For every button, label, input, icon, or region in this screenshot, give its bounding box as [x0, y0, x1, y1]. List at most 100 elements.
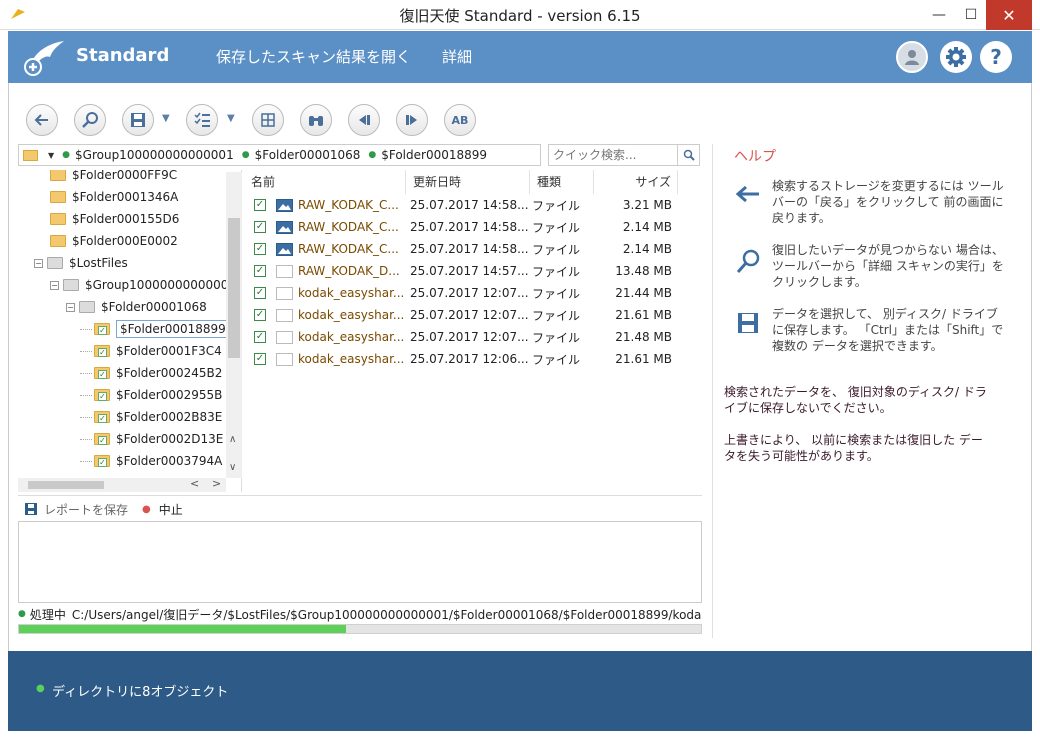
tree-node-label: $Folder0003794A: [116, 454, 223, 468]
column-header-size[interactable]: サイズ: [596, 170, 678, 194]
collapse-icon[interactable]: −: [66, 302, 75, 312]
minimize-button[interactable]: —: [922, 0, 956, 30]
tree-node[interactable]: ✓ $Folder0002955B: [80, 384, 222, 406]
document-file-icon: [276, 308, 293, 322]
breadcrumb[interactable]: ▼ ● $Group100000000000001 ● $Folder0000106…: [18, 144, 541, 166]
log-toolbar: レポートを保存 ● 中止: [18, 500, 708, 518]
tree-node-label: $Folder000155D6: [72, 212, 180, 226]
scroll-left-icon[interactable]: <: [190, 477, 199, 490]
tree-node[interactable]: $Folder0000FF9C: [50, 170, 177, 186]
row-checkbox[interactable]: ✓: [254, 265, 266, 277]
tree-node[interactable]: $Folder000155D6: [50, 208, 179, 230]
image-file-icon: [276, 242, 293, 256]
breadcrumb-item[interactable]: $Group100000000000001: [75, 148, 234, 162]
collapse-icon[interactable]: −: [50, 280, 59, 290]
collapse-icon[interactable]: −: [34, 258, 43, 268]
previous-button[interactable]: [348, 104, 380, 136]
row-checkbox[interactable]: ✓: [254, 353, 266, 365]
breadcrumb-item[interactable]: $Folder00001068: [255, 148, 361, 162]
tree-node[interactable]: ✓ $Folder000245B2: [80, 362, 222, 384]
save-report-button[interactable]: レポートを保存: [44, 501, 128, 518]
row-checkbox[interactable]: ✓: [254, 221, 266, 233]
breadcrumb-item[interactable]: $Folder00018899: [381, 148, 487, 162]
select-dropdown-arrow-icon[interactable]: ▼: [227, 113, 235, 124]
tree-node[interactable]: ✓ $Folder0002D13E: [80, 428, 223, 450]
file-name: kodak_easyshar...: [298, 330, 405, 344]
scroll-down-icon[interactable]: ∨: [229, 462, 236, 473]
details-link[interactable]: 詳細: [442, 46, 472, 67]
maximize-button[interactable]: ☐: [954, 0, 988, 30]
help-item: 検索するストレージを変更するには ツールバーの「戻る」をクリックして 前の画面に…: [724, 178, 1014, 226]
file-row[interactable]: ✓ kodak_easyshar... 25.07.2017 12:07... ファイ…: [246, 282, 686, 304]
search-icon[interactable]: [677, 145, 699, 165]
tree-node[interactable]: − $Group100000000000001: [50, 274, 242, 296]
column-header-date[interactable]: 更新日時: [408, 170, 530, 194]
file-row[interactable]: ✓ RAW_KODAK_C... 25.07.2017 14:58... ファイル 2.…: [246, 238, 686, 260]
next-button[interactable]: [396, 104, 428, 136]
processing-label: 処理中: [29, 607, 66, 622]
save-button[interactable]: [122, 104, 154, 136]
breadcrumb-dropdown-icon[interactable]: ▼: [48, 151, 54, 160]
scroll-up-icon[interactable]: ∧: [229, 434, 236, 445]
file-type: ファイル: [532, 242, 581, 257]
deep-scan-button[interactable]: [74, 104, 106, 136]
quick-search-input[interactable]: [549, 145, 677, 165]
user-icon[interactable]: [896, 41, 928, 73]
settings-gear-icon[interactable]: [940, 41, 972, 73]
column-header-type[interactable]: 種類: [532, 170, 594, 194]
scroll-thumb[interactable]: [228, 218, 240, 358]
open-saved-scan-link[interactable]: 保存したスキャン結果を開く: [216, 46, 411, 67]
file-row[interactable]: ✓ RAW_KODAK_D... 25.07.2017 14:57... ファイル 13…: [246, 260, 686, 282]
tree-node[interactable]: $Folder000E0002: [50, 230, 178, 252]
checklist-icon: [194, 112, 210, 127]
folder-icon: ✓: [94, 389, 110, 401]
tree-node[interactable]: ✓ $Folder0002B83E: [80, 406, 222, 428]
find-button[interactable]: [300, 104, 332, 136]
tree-node-label: $Group100000000000001: [85, 278, 242, 292]
grid-view-button[interactable]: [252, 104, 284, 136]
back-button[interactable]: [26, 104, 58, 136]
tree-node-label: $Folder0001346A: [72, 190, 179, 204]
help-question-icon[interactable]: ?: [980, 41, 1012, 73]
tree-node-label: $Folder00018899: [116, 320, 230, 338]
folder-icon: ✓: [94, 367, 110, 379]
file-row[interactable]: ✓ kodak_easyshar... 25.07.2017 12:07... ファイ…: [246, 304, 686, 326]
tree-vertical-scrollbar[interactable]: ∧ ∨: [226, 172, 242, 478]
tree-connector: [80, 372, 92, 374]
file-date: 25.07.2017 12:07...: [410, 308, 528, 322]
help-warning: 上書きにより、 以前に検索または復旧した データを失う可能性があります。: [724, 433, 983, 463]
tree-node[interactable]: − $Folder00001068: [66, 296, 207, 318]
file-type: ファイル: [532, 330, 581, 345]
column-header-name[interactable]: 名前: [246, 170, 406, 194]
tree-node[interactable]: ✓ $Folder0001F3C4: [80, 340, 222, 362]
file-row[interactable]: ✓ RAW_KODAK_C... 25.07.2017 14:58... ファイル 2.…: [246, 216, 686, 238]
file-row[interactable]: ✓ kodak_easyshar... 25.07.2017 12:06... ファイ…: [246, 348, 686, 370]
tree-node[interactable]: $Folder0001346A: [50, 186, 178, 208]
divider: [18, 495, 702, 496]
bullet-icon: ●: [241, 150, 250, 160]
row-checkbox[interactable]: ✓: [254, 309, 266, 321]
folder-icon: [63, 279, 79, 291]
tree-horizontal-scrollbar[interactable]: < >: [18, 477, 226, 492]
tree-node[interactable]: ✓ $Folder0003794A: [80, 450, 222, 472]
folder-icon: [23, 149, 38, 161]
case-sensitive-button[interactable]: AB: [444, 104, 476, 136]
save-dropdown-arrow-icon[interactable]: ▼: [162, 113, 170, 124]
scroll-right-icon[interactable]: >: [212, 477, 221, 490]
file-row[interactable]: ✓ kodak_easyshar... 25.07.2017 12:07... ファイ…: [246, 326, 686, 348]
tree-node[interactable]: − $LostFiles: [34, 252, 128, 274]
tree-node[interactable]: ✓ $Folder00018899: [80, 318, 230, 340]
row-checkbox[interactable]: ✓: [254, 331, 266, 343]
close-button[interactable]: ✕: [986, 0, 1032, 30]
stop-button[interactable]: 中止: [159, 501, 183, 518]
file-date: 25.07.2017 14:58...: [410, 220, 528, 234]
row-checkbox[interactable]: ✓: [254, 287, 266, 299]
app-header: Standard 保存したスキャン結果を開く 詳細 ?: [8, 31, 1032, 83]
row-checkbox[interactable]: ✓: [254, 199, 266, 211]
progress-fill: [19, 625, 347, 633]
file-size: 21.61 MB: [615, 308, 672, 322]
scroll-thumb[interactable]: [28, 481, 104, 489]
file-row[interactable]: ✓ RAW_KODAK_C... 25.07.2017 14:58... ファイル 3.…: [246, 194, 686, 216]
select-list-button[interactable]: [186, 104, 218, 136]
row-checkbox[interactable]: ✓: [254, 243, 266, 255]
